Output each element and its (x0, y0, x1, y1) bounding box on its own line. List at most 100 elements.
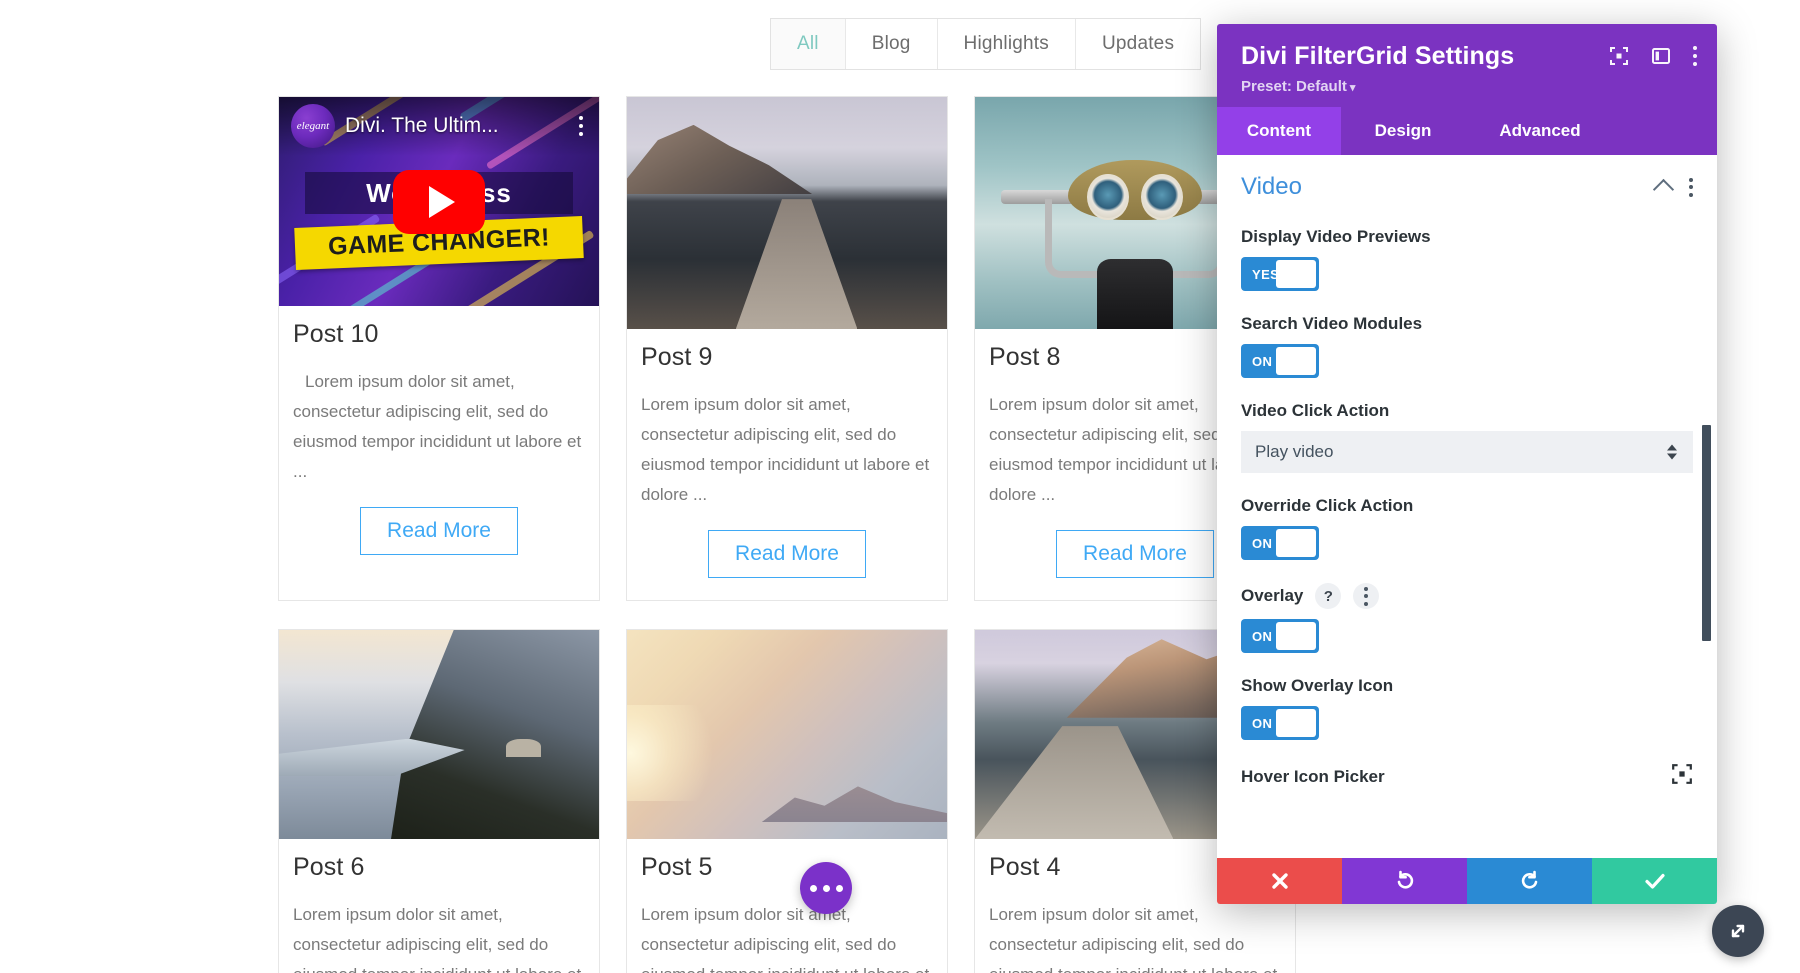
redo-button[interactable] (1467, 858, 1592, 904)
toggle-knob (1276, 529, 1316, 557)
toggle-value: ON (1252, 628, 1273, 644)
field-label: Search Video Modules (1241, 314, 1693, 334)
settings-modal: Divi FilterGrid Settings Preset: Default… (1217, 24, 1717, 904)
select-video-click-action[interactable]: Play video (1241, 431, 1693, 473)
readmore-wrap: Read More (641, 530, 933, 578)
layout-panel-icon[interactable] (1651, 46, 1671, 66)
close-x-icon (1271, 873, 1288, 889)
field-label: Video Click Action (1241, 401, 1693, 421)
field-show-overlay-icon: Show Overlay Icon ON (1241, 676, 1693, 740)
read-more-button[interactable]: Read More (1056, 530, 1214, 578)
post-media-image[interactable] (279, 630, 599, 839)
save-button[interactable] (1592, 858, 1717, 904)
section-title: Video (1241, 173, 1302, 200)
filter-tab-highlights[interactable]: Highlights (937, 19, 1076, 69)
video-title[interactable]: Divi. The Ultim... (345, 114, 569, 138)
modal-header-icons (1609, 46, 1697, 66)
video-top-bar: elegant Divi. The Ultim... (279, 97, 599, 156)
toggle-overlay[interactable]: ON (1241, 619, 1319, 653)
label-text: Search Video Modules (1241, 314, 1423, 333)
field-display-video-previews: Display Video Previews YES (1241, 227, 1693, 291)
section-header-video: Video (1241, 173, 1693, 201)
post-title: Post 9 (641, 343, 713, 371)
post-body: Post 10 Lorem ipsum dolor sit amet, cons… (279, 306, 599, 577)
icon-picker-icon[interactable] (1671, 763, 1693, 790)
field-search-video-modules: Search Video Modules ON (1241, 314, 1693, 378)
toggle-value: ON (1252, 535, 1273, 551)
post-body: Post 9 Lorem ipsum dolor sit amet, conse… (627, 329, 947, 600)
field-override-click-action: Override Click Action ON (1241, 496, 1693, 560)
post-excerpt: Lorem ipsum dolor sit amet, consectetur … (989, 905, 1277, 973)
lake-dock-photo (627, 97, 947, 329)
post-media-video[interactable]: WordPress GAME CHANGER! elegant Divi. Th… (279, 97, 599, 306)
filter-tab-updates[interactable]: Updates (1075, 19, 1201, 69)
label-text: Display Video Previews (1241, 227, 1431, 246)
filter-tab-blog[interactable]: Blog (845, 19, 938, 69)
post-card[interactable]: Post 9 Lorem ipsum dolor sit amet, conse… (626, 96, 948, 601)
toggle-value: ON (1252, 353, 1273, 369)
label-text: Hover Icon Picker (1241, 766, 1385, 786)
field-label: Overlay ? (1241, 583, 1693, 609)
toggle-knob (1276, 709, 1316, 737)
fullscreen-icon[interactable] (1609, 46, 1629, 66)
label-text: Video Click Action (1241, 401, 1390, 420)
checkmark-icon (1644, 873, 1665, 889)
read-more-button[interactable]: Read More (360, 507, 518, 555)
read-more-button[interactable]: Read More (708, 530, 866, 578)
post-title: Post 10 (293, 320, 379, 348)
preset-label: Preset: Default (1241, 78, 1347, 95)
post-excerpt: Lorem ipsum dolor sit amet, consectetur … (641, 395, 930, 504)
post-excerpt: Lorem ipsum dolor sit amet, consectetur … (641, 905, 929, 973)
toggle-knob (1276, 622, 1316, 650)
toggle-search-video-modules[interactable]: ON (1241, 344, 1319, 378)
modal-footer (1217, 858, 1717, 904)
tab-content[interactable]: Content (1217, 107, 1341, 155)
help-icon[interactable]: ? (1315, 583, 1342, 609)
modal-tabs: Content Design Advanced (1217, 107, 1717, 155)
channel-avatar[interactable]: elegant (291, 104, 335, 149)
modal-header: Divi FilterGrid Settings Preset: Default… (1217, 24, 1717, 107)
field-hover-icon-picker: Hover Icon Picker (1241, 763, 1693, 790)
field-overlay: Overlay ? ON (1241, 583, 1693, 653)
redo-arrow-icon (1521, 870, 1537, 889)
toggle-override-click-action[interactable]: ON (1241, 526, 1319, 560)
post-card[interactable]: WordPress GAME CHANGER! elegant Divi. Th… (278, 96, 600, 601)
select-wrap: Play video (1241, 431, 1693, 473)
chevron-up-icon[interactable] (1652, 178, 1675, 201)
toggle-value: ON (1252, 715, 1273, 731)
youtube-play-icon[interactable] (393, 169, 485, 234)
field-label: Display Video Previews (1241, 227, 1693, 247)
section-actions (1652, 177, 1693, 201)
readmore-wrap: Read More (293, 507, 585, 555)
filter-tab-all[interactable]: All (771, 19, 846, 69)
field-video-click-action: Video Click Action Play video (1241, 401, 1693, 473)
post-media-image[interactable] (627, 97, 947, 329)
post-card[interactable]: Post 5 Lorem ipsum dolor sit amet, conse… (626, 629, 948, 973)
filter-bar: All Blog Highlights Updates (770, 18, 1202, 70)
chevron-updown-icon (1667, 444, 1677, 460)
tab-design[interactable]: Design (1341, 107, 1465, 155)
preset-selector[interactable]: Preset: Default ▾ (1241, 78, 1693, 95)
youtube-embed[interactable]: WordPress GAME CHANGER! elegant Divi. Th… (279, 97, 599, 306)
kebab-menu-icon[interactable] (1689, 177, 1693, 197)
toggle-knob (1276, 347, 1316, 375)
page-root: All Blog Highlights Updates GAME CHANGER… (0, 0, 1800, 973)
post-media-image[interactable] (627, 630, 947, 839)
field-label: Override Click Action (1241, 496, 1693, 516)
label-text: Overlay (1241, 586, 1304, 605)
three-dots-icon[interactable] (800, 862, 852, 914)
toggle-knob (1276, 260, 1316, 288)
chevron-down-icon: ▾ (1346, 82, 1356, 94)
cancel-button[interactable] (1217, 858, 1342, 904)
toggle-show-overlay-icon[interactable]: ON (1241, 706, 1319, 740)
post-card[interactable]: Post 6 Lorem ipsum dolor sit amet, conse… (278, 629, 600, 973)
modal-body: Video Display Video Previews YES Search … (1217, 155, 1717, 858)
kebab-menu-icon[interactable] (579, 116, 587, 137)
kebab-menu-icon[interactable] (1693, 46, 1697, 66)
undo-button[interactable] (1342, 858, 1467, 904)
resize-diagonal-icon[interactable] (1712, 905, 1764, 957)
kebab-menu-icon[interactable] (1353, 583, 1380, 609)
tab-advanced[interactable]: Advanced (1465, 107, 1615, 155)
toggle-display-video-previews[interactable]: YES (1241, 257, 1319, 291)
modal-scrollbar[interactable] (1702, 425, 1711, 641)
